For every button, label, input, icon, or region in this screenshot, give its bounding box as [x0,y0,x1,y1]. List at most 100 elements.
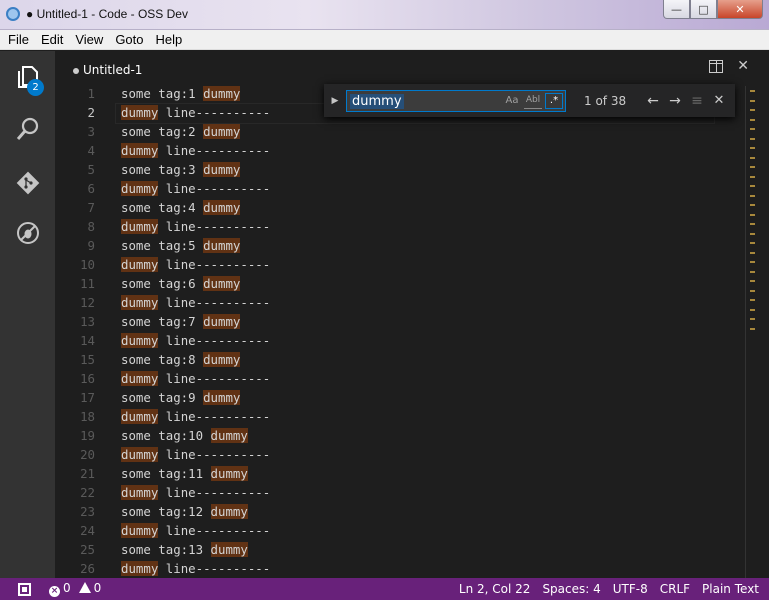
find-in-selection-icon[interactable]: ≡ [686,93,708,109]
ruler-match-marker [750,166,755,168]
line-text-suffix: line---------- [158,409,271,424]
find-match-highlight: dummy [203,162,241,177]
code-line[interactable]: 16 dummy line---------- [55,369,745,388]
line-text-prefix: some tag:12 [121,504,211,519]
code-line[interactable]: 11 some tag:6 dummy [55,274,745,293]
line-number: 7 [87,200,95,215]
ruler-match-marker [750,289,755,292]
indentation[interactable]: Spaces: 4 [542,582,600,596]
line-ending[interactable]: CRLF [660,582,690,596]
code-line[interactable]: 22 dummy line---------- [55,483,745,502]
code-line[interactable]: 23 some tag:12 dummy [55,502,745,521]
code-lines[interactable]: 1 some tag:1 dummy 2 dummy line---------- 3 s… [55,84,745,578]
git-icon[interactable] [12,167,44,199]
language-mode[interactable]: Plain Text [702,582,759,596]
code-line[interactable]: 10 dummy line---------- [55,255,745,274]
code-line[interactable]: 12 dummy line---------- [55,293,745,312]
line-text-suffix: line---------- [158,257,271,272]
overview-ruler-scrollbar[interactable] [745,86,759,578]
code-line[interactable]: 19 some tag:10 dummy [55,426,745,445]
debug-icon[interactable] [12,217,44,249]
find-match-highlight: dummy [203,390,241,405]
code-line[interactable]: 7 some tag:4 dummy [55,198,745,217]
code-line[interactable]: 20 dummy line---------- [55,445,745,464]
find-match-highlight: dummy [121,371,159,386]
line-number: 4 [87,143,95,158]
split-editor-icon[interactable] [709,60,724,73]
warning-count: 0 [93,581,102,595]
cursor-position[interactable]: Ln 2, Col 22 [459,582,531,596]
code-line[interactable]: 8 dummy line---------- [55,217,745,236]
window-controls: — □ ✕ [663,0,763,20]
line-number: 20 [80,447,95,462]
find-match-highlight: dummy [210,542,248,557]
code-line[interactable]: 17 some tag:9 dummy [55,388,745,407]
line-number: 9 [87,238,95,253]
code-line[interactable]: 6 dummy line---------- [55,179,745,198]
problems-indicator[interactable]: × 0 0 [49,581,101,597]
line-number: 12 [80,295,95,310]
maximize-button[interactable]: □ [690,0,717,19]
line-text: dummy line---------- [121,483,270,502]
code-line[interactable]: 25 some tag:13 dummy [55,540,745,559]
line-number: 25 [80,542,95,557]
code-line[interactable]: 3 some tag:2 dummy [55,122,745,141]
line-text: dummy line---------- [121,331,270,350]
line-number: 1 [87,86,95,101]
close-window-button[interactable]: ✕ [717,0,763,19]
line-number: 6 [87,181,95,196]
editor-area: Untitled-1 ✕ 1 some tag:1 dummy 2 dummy lin… [55,51,769,578]
line-text: some tag:7 dummy [121,312,241,331]
code-line[interactable]: 14 dummy line---------- [55,331,745,350]
line-text-prefix: some tag:6 [121,276,204,291]
status-bar: × 0 0 Ln 2, Col 22 Spaces: 4 UTF-8 CRLF Pl… [0,578,769,600]
ruler-match-marker [750,194,755,197]
tab-bar: Untitled-1 ✕ [55,51,769,86]
menu-help[interactable]: Help [150,32,189,47]
find-match-highlight: dummy [203,276,241,291]
next-match-icon[interactable]: → [664,93,686,109]
toggle-replace-icon[interactable]: ▶ [327,96,343,106]
whole-word-toggle[interactable]: Abl [524,93,542,109]
ruler-match-marker [750,270,755,273]
minimize-button[interactable]: — [663,0,690,19]
line-number: 22 [80,485,95,500]
code-line[interactable]: 9 some tag:5 dummy [55,236,745,255]
find-match-highlight: dummy [203,314,241,329]
find-input[interactable]: dummy Aa Abl .* [346,89,566,112]
menu-view[interactable]: View [69,32,109,47]
menu-goto[interactable]: Goto [109,32,149,47]
code-line[interactable]: 5 some tag:3 dummy [55,160,745,179]
encoding[interactable]: UTF-8 [613,582,648,596]
close-find-icon[interactable]: ✕ [708,93,730,108]
tab-untitled-1[interactable]: Untitled-1 [73,63,142,77]
code-line[interactable]: 21 some tag:11 dummy [55,464,745,483]
feedback-icon[interactable] [18,582,31,596]
line-number: 2 [87,105,95,120]
tab-label: Untitled-1 [83,63,143,77]
search-icon[interactable] [12,113,44,145]
line-text-prefix: some tag:7 [121,314,204,329]
explorer-badge: 2 [27,79,44,96]
match-case-toggle[interactable]: Aa [503,93,521,109]
code-line[interactable]: 24 dummy line---------- [55,521,745,540]
line-text: some tag:4 dummy [121,198,241,217]
code-line[interactable]: 15 some tag:8 dummy [55,350,745,369]
ruler-match-marker [750,242,755,244]
line-text-prefix: some tag:8 [121,352,204,367]
ruler-match-marker [750,128,755,130]
code-line[interactable]: 4 dummy line---------- [55,141,745,160]
line-number: 14 [80,333,95,348]
line-text: some tag:2 dummy [121,122,241,141]
regex-toggle[interactable]: .* [545,92,563,109]
code-line[interactable]: 26 dummy line---------- [55,559,745,578]
line-number: 13 [80,314,95,329]
menu-file[interactable]: File [0,32,35,47]
find-match-highlight: dummy [121,561,159,576]
menu-edit[interactable]: Edit [35,32,69,47]
code-line[interactable]: 13 some tag:7 dummy [55,312,745,331]
code-line[interactable]: 18 dummy line---------- [55,407,745,426]
previous-match-icon[interactable]: ← [642,93,664,109]
close-editor-icon[interactable]: ✕ [737,59,749,73]
line-text: some tag:9 dummy [121,388,241,407]
